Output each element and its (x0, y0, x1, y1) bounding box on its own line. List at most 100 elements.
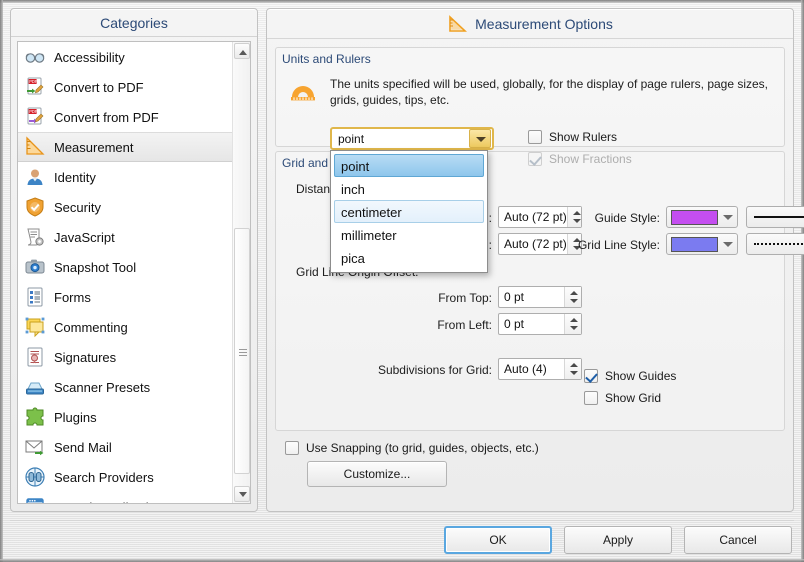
sidebar-item-label: Scanner Presets (54, 379, 151, 395)
sidebar-item-measurement[interactable]: Measurement (18, 132, 232, 162)
sidebar-item-label: Plugins (54, 409, 97, 425)
units-option-centimeter[interactable]: centimeter (334, 200, 484, 223)
sidebar-item-snapshot-tool[interactable]: Snapshot Tool (18, 252, 232, 282)
sidebar-item-label: Signatures (54, 349, 117, 365)
sidebar-item-forms[interactable]: Forms (18, 282, 232, 312)
units-option-millimeter[interactable]: millimeter (334, 223, 484, 246)
units-combobox-dropdown[interactable]: point inch centimeter millimeter pica (330, 150, 488, 273)
from-left-spinner[interactable]: 0 pt (498, 313, 582, 335)
grid-line-preview (754, 243, 804, 245)
sidebar-item-convert-from-pdf[interactable]: PDF Convert from PDF (18, 102, 232, 132)
window-edge-top (0, 0, 804, 3)
envelope-icon (24, 436, 46, 458)
svg-text:PDF: PDF (29, 109, 38, 114)
page-title-text: Measurement Options (475, 15, 613, 32)
sidebar-item-label: Snapshot Tool (54, 259, 137, 275)
sidebar-item-signatures[interactable]: Signatures (18, 342, 232, 372)
subdivisions-for-grid-label: Subdivisions for Grid: (377, 363, 492, 377)
sidebar-item-send-mail[interactable]: Send Mail (18, 432, 232, 462)
units-description: The units specified will be used, global… (330, 77, 769, 107)
sidebar-item-scanner-presets[interactable]: Scanner Presets (18, 372, 232, 402)
show-guides-checkbox[interactable]: Show Guides (584, 369, 676, 383)
footer-buttons: OK Apply Cancel (0, 516, 804, 562)
sidebar-item-label: JavaScript (54, 229, 115, 245)
categories-list[interactable]: Accessibility PDF Convert to PDF PDF Convert… (18, 42, 232, 503)
convert-from-pdf-icon: PDF (24, 106, 46, 128)
checkbox-box (285, 441, 299, 455)
ok-button[interactable]: OK (444, 526, 552, 554)
from-left-label: From Left: (437, 318, 492, 332)
puzzle-icon (24, 406, 46, 428)
sidebar-item-identity[interactable]: Identity (18, 162, 232, 192)
sidebar-item-label: Commenting (54, 319, 128, 335)
sidebar-item-commenting[interactable]: Commenting (18, 312, 232, 342)
customize-button[interactable]: Customize... (307, 461, 447, 487)
categories-scrollbar[interactable] (232, 42, 250, 503)
svg-text:PDF: PDF (29, 79, 38, 84)
chevron-down-icon[interactable] (718, 208, 735, 226)
use-snapping-label: Use Snapping (to grid, guides, objects, … (306, 441, 539, 455)
categories-list-container: Accessibility PDF Convert to PDF PDF Convert… (17, 41, 251, 504)
guide-style-color-picker[interactable] (666, 206, 738, 228)
show-grid-label: Show Grid (605, 391, 662, 405)
window-edge-left (0, 0, 3, 562)
shield-icon (24, 196, 46, 218)
chevron-down-icon[interactable] (718, 235, 735, 253)
from-top-spinner[interactable]: 0 pt (498, 286, 582, 308)
sidebar-item-label: Security (54, 199, 101, 215)
sidebar-item-label: Convert from PDF (54, 109, 159, 125)
subdivisions-value: Auto (4) (504, 362, 547, 376)
chevron-down-icon[interactable] (469, 129, 491, 148)
sidebar-item-label: Convert to PDF (54, 79, 144, 95)
checkbox-box (528, 130, 542, 144)
sidebar-item-label: Send Mail (54, 439, 112, 455)
from-top-value: 0 pt (504, 290, 525, 304)
apply-button[interactable]: Apply (564, 526, 672, 554)
use-snapping-checkbox[interactable]: Use Snapping (to grid, guides, objects, … (285, 441, 539, 455)
sidebar-item-convert-to-pdf[interactable]: PDF Convert to PDF (18, 72, 232, 102)
sidebar-item-security[interactable]: Security (18, 192, 232, 222)
convert-to-pdf-icon: PDF (24, 76, 46, 98)
sidebar-item-accessibility[interactable]: Accessibility (18, 42, 232, 72)
show-guides-label: Show Guides (605, 369, 677, 383)
show-rulers-checkbox[interactable]: Show Rulers (528, 130, 617, 144)
units-option-inch[interactable]: inch (334, 177, 484, 200)
from-top-spinner-arrows[interactable] (564, 287, 581, 307)
grid-line-color-picker[interactable] (666, 233, 738, 255)
subdivisions-spinner[interactable]: Auto (4) (498, 358, 582, 380)
units-option-pica[interactable]: pica (334, 246, 484, 269)
categories-header: Categories (11, 9, 257, 37)
cancel-button[interactable]: Cancel (684, 526, 792, 554)
scrollbar-thumb[interactable] (234, 228, 250, 474)
units-option-point[interactable]: point (334, 154, 484, 177)
from-left-spinner-arrows[interactable] (564, 314, 581, 334)
sidebar-item-label: Launch Applications (54, 500, 170, 504)
comment-icon (24, 316, 46, 338)
units-combobox[interactable]: point (330, 127, 494, 150)
signature-icon (24, 346, 46, 368)
scroll-down-arrow-icon[interactable] (234, 486, 250, 502)
person-icon (24, 166, 46, 188)
sidebar-item-launch-applications[interactable]: Launch Applications (18, 492, 232, 503)
from-top-label: From Top: (438, 291, 492, 305)
show-grid-checkbox[interactable]: Show Grid (584, 391, 661, 405)
sidebar-item-javascript[interactable]: JavaScript (18, 222, 232, 252)
play-window-icon (24, 496, 46, 503)
guide-line-preview (754, 216, 804, 218)
subdivisions-spinner-arrows[interactable] (564, 359, 581, 379)
scroll-up-arrow-icon[interactable] (234, 43, 250, 59)
sidebar-item-plugins[interactable]: Plugins (18, 402, 232, 432)
categories-panel: Categories Accessibility PDF Convert to PD… (10, 8, 258, 512)
grid-line-style-label: Grid Line Style: (577, 238, 660, 252)
ruler-triangle-icon (447, 14, 468, 33)
sidebar-item-label: Identity (54, 169, 96, 185)
form-document-icon (24, 286, 46, 308)
grid-line-style-line-picker[interactable] (746, 233, 804, 255)
scrollbar-grip-icon (239, 347, 247, 356)
show-rulers-label: Show Rulers (549, 130, 618, 144)
sidebar-item-search-providers[interactable]: Search Providers (18, 462, 232, 492)
vertical-value: Auto (72 pt) (504, 210, 567, 224)
guide-color-swatch (671, 209, 718, 225)
guide-line-style-picker[interactable] (746, 206, 804, 228)
protractor-icon (288, 78, 318, 102)
